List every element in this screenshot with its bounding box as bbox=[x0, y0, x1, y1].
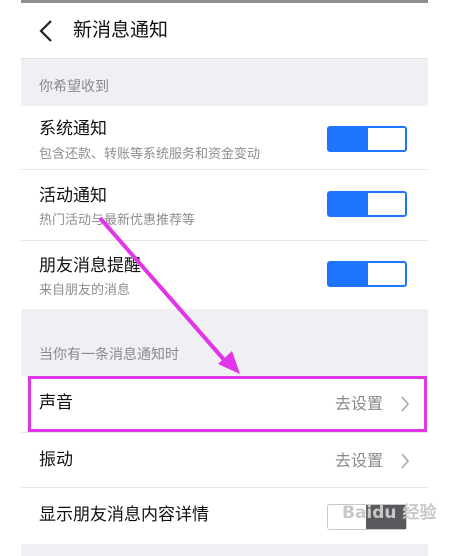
nav-header: 新消息通知 bbox=[21, 3, 428, 59]
row-subtitle: 热门活动与最新优惠推荐等 bbox=[39, 213, 196, 228]
section-label-receive: 你希望收到 bbox=[39, 79, 109, 95]
row-title: 振动 bbox=[39, 450, 73, 470]
friend-message-toggle[interactable] bbox=[327, 261, 407, 287]
row-title: 显示朋友消息内容详情 bbox=[39, 505, 209, 525]
receive-list: 系统通知 包含还款、转账等系统服务和资金变动 活动通知 热门活动与最新优惠推荐等… bbox=[21, 106, 428, 309]
list-item-vibrate[interactable]: 振动 去设置 bbox=[21, 433, 428, 488]
chevron-right-icon bbox=[401, 396, 410, 412]
page-title: 新消息通知 bbox=[73, 19, 169, 41]
row-title: 朋友消息提醒 bbox=[39, 256, 141, 276]
vibrate-setting-value: 去设置 bbox=[334, 451, 383, 470]
system-notice-toggle[interactable] bbox=[327, 126, 407, 152]
chevron-right-icon bbox=[401, 453, 410, 469]
row-subtitle: 包含还款、转账等系统服务和资金变动 bbox=[39, 147, 261, 162]
back-arrow-icon[interactable] bbox=[37, 18, 57, 44]
list-item-activity-notice: 活动通知 热门活动与最新优惠推荐等 bbox=[21, 170, 428, 241]
settings-screen: 新消息通知 你希望收到 系统通知 包含还款、转账等系统服务和资金变动 活动通知 … bbox=[21, 0, 428, 556]
watermark-logo: Baidu 经验 bbox=[342, 503, 437, 523]
list-item-sound[interactable]: 声音 去设置 bbox=[21, 376, 428, 433]
row-title: 声音 bbox=[39, 393, 73, 413]
section-label-on-notice: 当你有一条消息通知时 bbox=[39, 347, 179, 363]
row-title: 活动通知 bbox=[39, 186, 107, 206]
sound-setting-value: 去设置 bbox=[334, 394, 383, 413]
activity-notice-toggle[interactable] bbox=[327, 191, 407, 217]
row-title: 系统通知 bbox=[39, 119, 107, 139]
list-item-friend-message: 朋友消息提醒 来自朋友的消息 bbox=[21, 241, 428, 309]
list-item-system-notice: 系统通知 包含还款、转账等系统服务和资金变动 bbox=[21, 106, 428, 170]
row-subtitle: 来自朋友的消息 bbox=[39, 283, 131, 298]
